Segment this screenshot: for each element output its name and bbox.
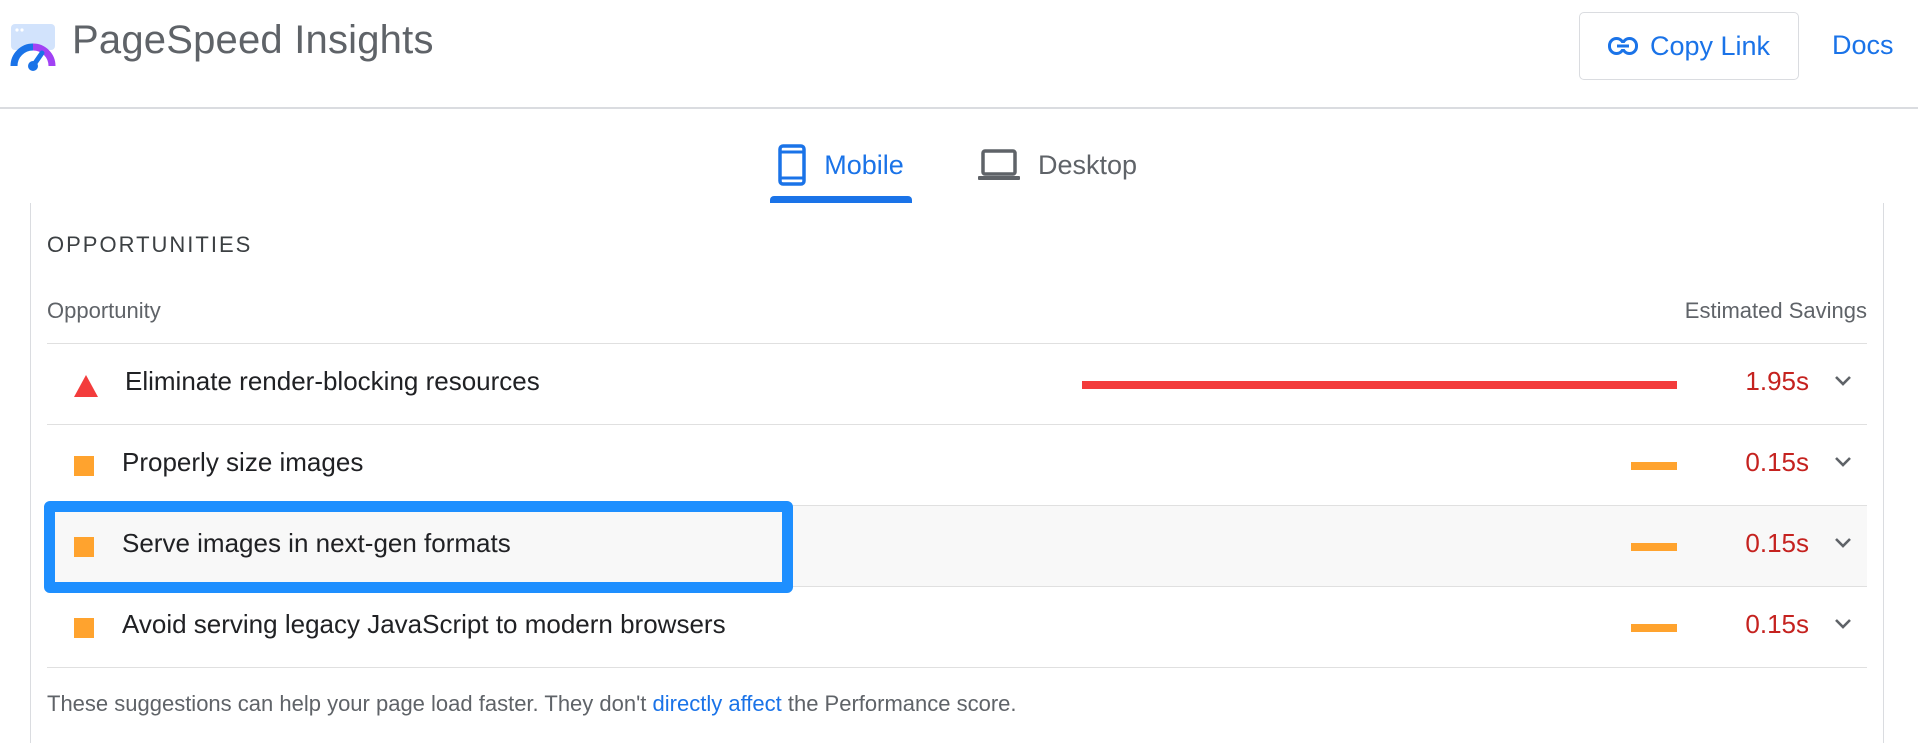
opportunity-row[interactable]: Eliminate render-blocking resources 1.95… <box>47 343 1867 424</box>
column-header-opportunity: Opportunity <box>47 298 161 323</box>
link-icon <box>1607 37 1638 55</box>
opportunities-footnote: These suggestions can help your page loa… <box>47 691 1017 717</box>
opportunity-row[interactable]: Serve images in next-gen formats 0.15s <box>47 505 1867 586</box>
tab-desktop-label: Desktop <box>1038 149 1138 180</box>
savings-value: 0.15s <box>1745 528 1809 558</box>
top-app-bar: PageSpeed Insights Copy Link Docs <box>0 0 1918 109</box>
opportunity-row[interactable]: Avoid serving legacy JavaScript to moder… <box>47 586 1867 667</box>
section-title: OPPORTUNITIES <box>47 232 253 257</box>
chevron-down-icon[interactable] <box>1833 536 1853 550</box>
opportunity-row[interactable]: Properly size images 0.15s <box>47 424 1867 505</box>
opportunity-title: Serve images in next-gen formats <box>122 528 511 558</box>
chevron-down-icon[interactable] <box>1833 455 1853 469</box>
footnote-text-before: These suggestions can help your page loa… <box>47 691 653 716</box>
laptop-icon <box>978 149 1020 180</box>
table-bottom-divider <box>47 667 1867 668</box>
opportunity-title: Avoid serving legacy JavaScript to moder… <box>122 609 726 639</box>
tab-desktop[interactable]: Desktop <box>978 128 1137 202</box>
app-title: PageSpeed Insights <box>72 18 434 62</box>
orange-square-icon <box>74 537 94 557</box>
savings-bar <box>1631 624 1677 632</box>
tab-mobile[interactable]: Mobile <box>770 128 912 202</box>
directly-affect-link[interactable]: directly affect <box>653 691 782 716</box>
chevron-down-icon[interactable] <box>1833 617 1853 631</box>
savings-bar <box>1082 381 1677 389</box>
column-header-estimated-savings: Estimated Savings <box>1684 298 1867 323</box>
chevron-down-icon[interactable] <box>1833 374 1853 388</box>
savings-value: 0.15s <box>1745 609 1809 639</box>
footnote-text-after: the Performance score. <box>781 691 1017 716</box>
pagespeed-logo-icon[interactable] <box>8 22 58 72</box>
orange-square-icon <box>74 456 94 476</box>
orange-square-icon <box>74 618 94 638</box>
tab-mobile-label: Mobile <box>824 149 904 180</box>
red-triangle-icon <box>74 375 98 397</box>
copy-link-button[interactable]: Copy Link <box>1579 12 1799 80</box>
copy-link-label: Copy Link <box>1649 30 1771 61</box>
docs-link[interactable]: Docs <box>1832 30 1894 61</box>
smartphone-icon <box>778 144 806 186</box>
tab-selected-indicator <box>770 196 912 203</box>
savings-value: 0.15s <box>1745 447 1809 477</box>
savings-value: 1.95s <box>1745 366 1809 396</box>
savings-bar <box>1631 462 1677 470</box>
opportunity-title: Properly size images <box>122 447 364 477</box>
opportunity-title: Eliminate render-blocking resources <box>125 366 540 396</box>
savings-bar <box>1631 543 1677 551</box>
